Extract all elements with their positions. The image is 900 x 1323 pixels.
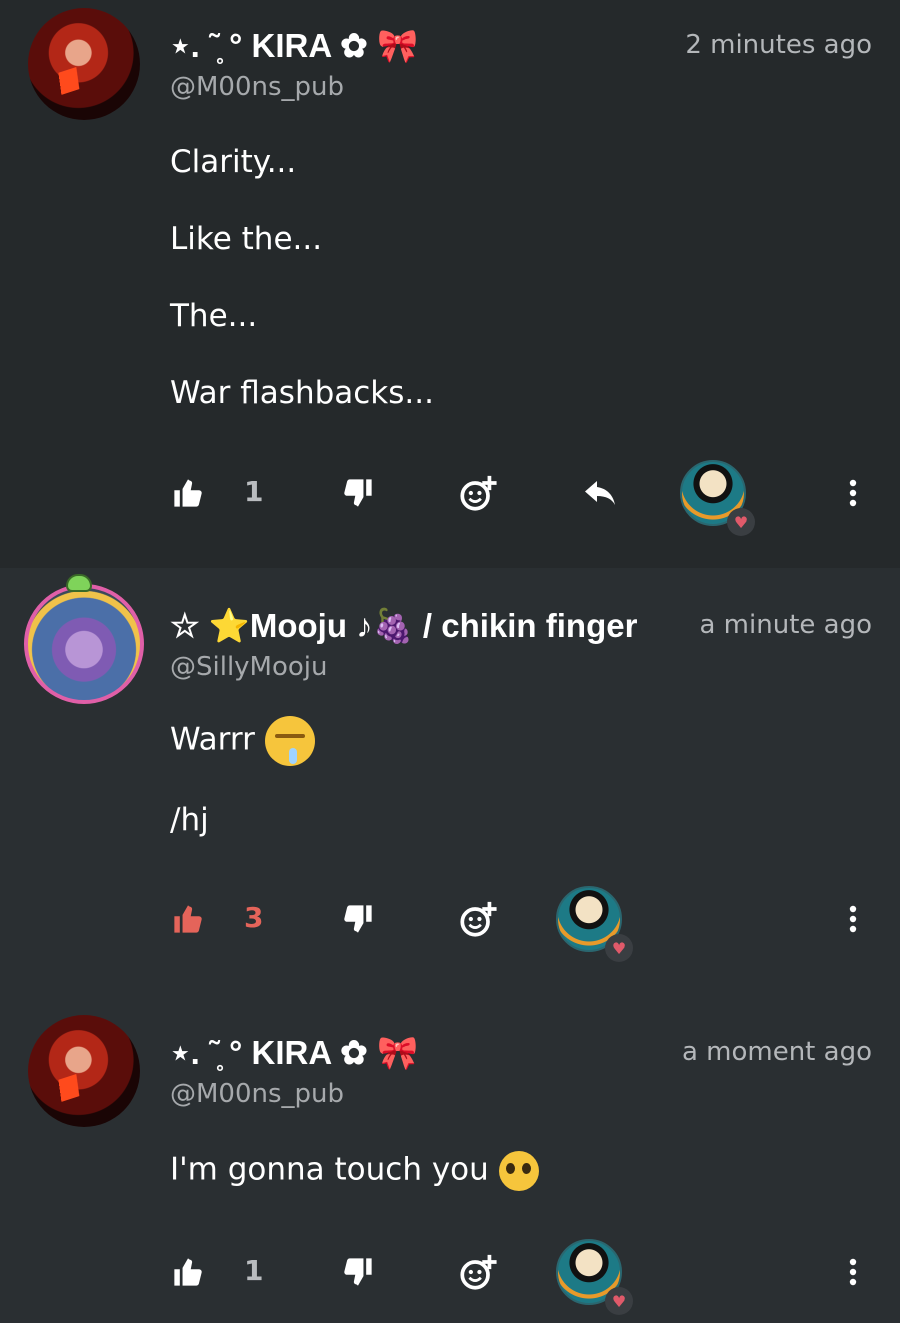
comment-line: I'm gonna touch you — [170, 1151, 539, 1191]
comment-line: Like the... — [170, 221, 323, 257]
display-name[interactable]: ☆ ⭐Mooju ♪🍇 / chikin finger — [170, 606, 666, 646]
add-reaction-icon — [460, 1254, 497, 1290]
comment-line: War flashbacks... — [170, 375, 434, 411]
like-count: 3 — [244, 901, 264, 934]
heart-icon: ♥ — [605, 1287, 633, 1315]
timestamp: a moment ago — [681, 1037, 872, 1067]
comment-line: /hj — [170, 802, 209, 838]
reply-button[interactable] — [580, 458, 620, 528]
comment-text: I'm gonna touch you — [170, 1151, 489, 1188]
dislike-button[interactable] — [338, 458, 378, 528]
timestamp: 2 minutes ago — [685, 30, 872, 60]
comment-line: Warrr — [170, 716, 315, 766]
action-bar: 1 ♥ — [0, 1237, 900, 1315]
like-count: 1 — [244, 475, 264, 508]
thumb-down-icon — [344, 905, 372, 933]
more-vertical-icon — [849, 905, 857, 933]
dislike-button[interactable] — [338, 884, 378, 954]
thumb-up-icon — [174, 905, 202, 933]
dislike-button[interactable] — [338, 1237, 378, 1307]
comment-post: ⋆. ῀̥ ° KIRA ✿ 🎀 @M00ns_pub 2 minutes ag… — [0, 0, 900, 568]
display-name[interactable]: ⋆. ῀̥ ° KIRA ✿ 🎀 — [170, 26, 650, 66]
like-button[interactable] — [168, 1237, 208, 1307]
heart-icon: ♥ — [727, 508, 755, 536]
user-handle[interactable]: @SillyMooju — [170, 652, 328, 682]
thumb-up-icon — [174, 1258, 202, 1286]
timestamp: a minute ago — [699, 610, 872, 640]
comment-text: Warrr — [170, 721, 255, 758]
comment-line: The... — [170, 298, 258, 334]
heart-icon: ♥ — [605, 934, 633, 962]
comment-line: Clarity... — [170, 144, 297, 180]
add-reaction-icon — [460, 475, 497, 511]
more-vertical-icon — [849, 479, 857, 507]
add-reaction-button[interactable] — [456, 884, 500, 954]
user-handle[interactable]: @M00ns_pub — [170, 1079, 344, 1109]
more-options-button[interactable] — [836, 884, 870, 954]
more-options-button[interactable] — [836, 458, 870, 528]
like-button[interactable] — [168, 884, 208, 954]
thumb-down-icon — [344, 1258, 372, 1286]
add-reaction-icon — [460, 901, 497, 937]
more-options-button[interactable] — [836, 1237, 870, 1307]
comment-post: ☆ ⭐Mooju ♪🍇 / chikin finger @SillyMooju … — [0, 568, 900, 1005]
action-bar: 3 ♥ — [0, 884, 900, 962]
user-avatar[interactable] — [24, 584, 144, 704]
thumb-up-icon — [174, 479, 202, 507]
action-bar: 1 ♥ — [0, 458, 900, 536]
like-button[interactable] — [168, 458, 208, 528]
add-reaction-button[interactable] — [456, 458, 500, 528]
user-handle[interactable]: @M00ns_pub — [170, 72, 344, 102]
like-count: 1 — [244, 1254, 264, 1287]
display-name[interactable]: ⋆. ῀̥ ° KIRA ✿ 🎀 — [170, 1033, 650, 1073]
add-reaction-button[interactable] — [456, 1237, 500, 1307]
comment-post: ⋆. ῀̥ ° KIRA ✿ 🎀 @M00ns_pub a moment ago… — [0, 1005, 900, 1323]
thumb-down-icon — [344, 479, 372, 507]
drooling-face-icon — [264, 716, 315, 766]
reply-icon — [585, 481, 615, 505]
more-vertical-icon — [849, 1258, 857, 1286]
user-avatar[interactable] — [28, 8, 140, 120]
pleading-face-icon — [498, 1151, 539, 1191]
frog-badge-icon — [66, 574, 92, 592]
user-avatar[interactable] — [28, 1015, 140, 1127]
